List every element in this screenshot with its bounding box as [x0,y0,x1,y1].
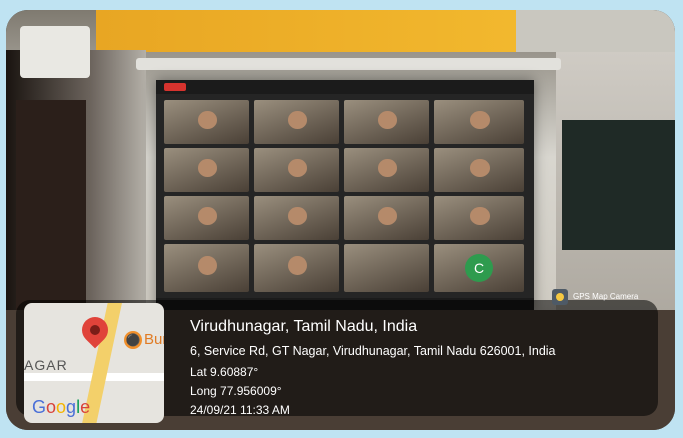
participant-tile [164,244,249,292]
participant-tile [344,100,429,144]
participant-tile [164,148,249,192]
participant-tile [434,148,524,192]
air-conditioner [20,26,90,78]
camera-icon [552,289,568,305]
door [16,100,86,330]
recording-indicator [164,83,186,91]
participant-tile: C [434,244,524,292]
map-poi-label: Burm [144,331,164,348]
ceiling-beam [96,10,516,52]
participant-tile [254,148,339,192]
projected-video-meeting: C [156,80,534,312]
participant-tile [254,196,339,240]
map-area-label: AGAR [24,357,68,373]
participant-tile [344,148,429,192]
participant-tile [344,196,429,240]
app-badge: GPS Map Camera [552,289,664,305]
participant-tile [344,244,429,292]
address-line: 6, Service Rd, GT Nagar, Virudhunagar, T… [190,344,556,358]
participant-tile [254,244,339,292]
latitude-line: Lat 9.60887° [190,365,259,379]
ceiling-right [516,10,675,52]
map-thumbnail: AGAR ⚫ Burm Google [24,303,164,423]
participant-tile [434,196,524,240]
meeting-top-strip [156,80,534,94]
city-line: Virudhunagar, Tamil Nadu, India [190,318,418,335]
participant-avatar: C [465,254,493,282]
notice-board [562,120,675,250]
restaurant-icon: ⚫ [124,331,142,349]
participant-tile [164,196,249,240]
projector-screen-roller [136,58,561,70]
datetime-line: 24/09/21 11:33 AM [190,403,290,417]
participant-tile [164,100,249,144]
participant-tile [254,100,339,144]
longitude-line: Long 77.956009° [190,384,282,398]
participant-tile [434,100,524,144]
google-logo: Google [32,397,91,417]
